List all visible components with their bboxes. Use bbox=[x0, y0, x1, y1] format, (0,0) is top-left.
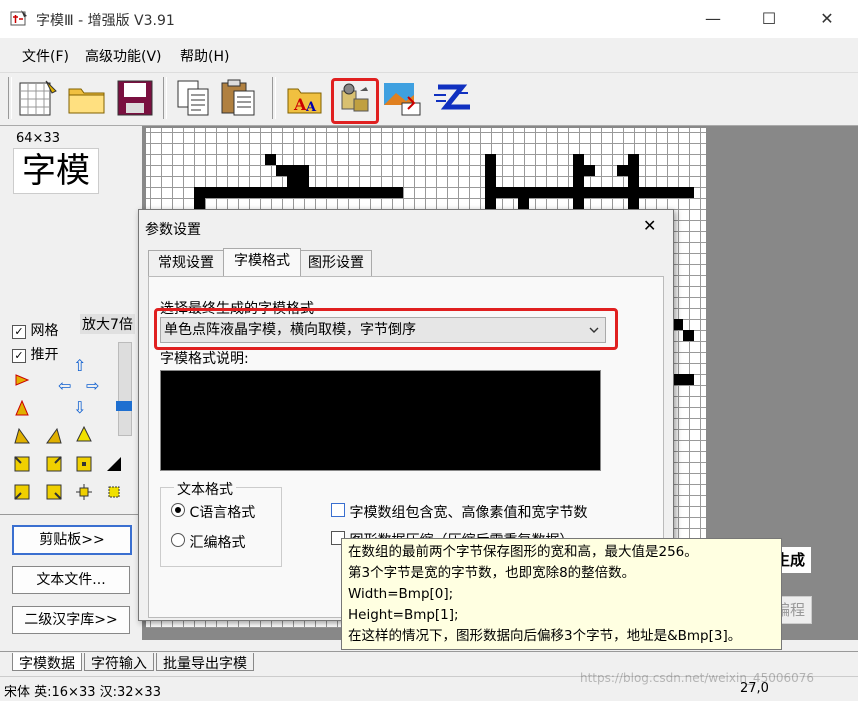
radio-c-format-label: C语言格式 bbox=[189, 505, 256, 521]
paste-icon[interactable] bbox=[218, 77, 260, 119]
shrink-icon[interactable] bbox=[106, 484, 122, 500]
rotate-icon[interactable] bbox=[14, 372, 30, 388]
push-checkbox-label: 推开 bbox=[30, 347, 59, 363]
dialog-close-button[interactable]: ✕ bbox=[643, 216, 656, 235]
tab-batch-export[interactable]: 批量导出字模 bbox=[156, 653, 254, 672]
zoom-slider-thumb[interactable] bbox=[116, 401, 132, 411]
svg-text:A: A bbox=[293, 95, 307, 114]
include-size-checkbox[interactable]: 字模数组包含宽、高像素值和宽字节数 bbox=[331, 502, 587, 522]
tooltip-line: Height=Bmp[1]; bbox=[348, 607, 459, 623]
toolbar-separator bbox=[272, 77, 276, 119]
italic-left-icon[interactable] bbox=[14, 428, 30, 444]
text-format-group-label: 文本格式 bbox=[174, 479, 236, 499]
panel-divider bbox=[0, 514, 140, 515]
include-size-checkbox-label: 字模数组包含宽、高像素值和宽字节数 bbox=[349, 505, 588, 521]
push-checkbox-box[interactable]: ✓ bbox=[12, 349, 26, 363]
tab-graphic-settings[interactable]: 图形设置 bbox=[300, 250, 372, 276]
size-label: 64×33 bbox=[16, 131, 60, 146]
tooltip-line: 在这样的情况下，图形数据向后偏移3个字节，地址是&Bmp[3]。 bbox=[348, 628, 742, 644]
tooltip-line: Width=Bmp[0]; bbox=[348, 586, 454, 602]
tab-general-settings[interactable]: 常规设置 bbox=[148, 250, 224, 276]
zoom-label: 放大7倍 bbox=[80, 314, 135, 334]
watermark: https://blog.csdn.net/weixin_45006076 bbox=[580, 671, 815, 685]
character-preview: 字模 bbox=[13, 148, 99, 194]
window-title: 字模Ⅲ - 增强版 V3.91 bbox=[36, 13, 175, 29]
invert-icon[interactable] bbox=[106, 456, 122, 472]
radio-asm-format-label: 汇编格式 bbox=[189, 535, 246, 551]
toolbar-separator bbox=[8, 77, 12, 119]
highlight-box bbox=[154, 308, 618, 350]
align-top-left-icon[interactable] bbox=[14, 456, 30, 472]
tab-font-data[interactable]: 字模数据 bbox=[12, 653, 82, 672]
menu-help[interactable]: 帮助(H) bbox=[180, 46, 229, 66]
menu-file[interactable]: 文件(F) bbox=[22, 46, 69, 66]
toolbar-separator bbox=[163, 77, 167, 119]
toolbar: A A bbox=[0, 73, 858, 126]
center-icon[interactable] bbox=[76, 456, 92, 472]
align-top-right-icon[interactable] bbox=[46, 456, 62, 472]
flip-icon[interactable] bbox=[14, 400, 30, 416]
parameter-settings-icon[interactable] bbox=[334, 77, 376, 119]
copy-icon[interactable] bbox=[172, 77, 214, 119]
tooltip-line: 在数组的最前两个字节保存图形的宽和高，最大值是256。 bbox=[348, 544, 698, 560]
include-size-checkbox-box[interactable] bbox=[331, 503, 345, 517]
zoom-slider[interactable] bbox=[116, 342, 132, 436]
tab-font-format[interactable]: 字模格式 bbox=[223, 248, 301, 277]
move-down-icon[interactable]: ⇩ bbox=[73, 398, 86, 417]
expand-icon[interactable] bbox=[76, 484, 92, 500]
save-disk-icon[interactable] bbox=[114, 77, 156, 119]
bold-icon[interactable] bbox=[76, 426, 92, 442]
maximize-button[interactable]: ☐ bbox=[746, 6, 792, 32]
radio-asm-format-button[interactable] bbox=[171, 533, 185, 547]
encode-icon[interactable] bbox=[430, 77, 472, 119]
grid-checkbox-box[interactable]: ✓ bbox=[12, 325, 26, 339]
minimize-button[interactable]: — bbox=[690, 6, 736, 32]
tooltip-line: 第3个字节是宽的字节数，也即宽除8的整倍数。 bbox=[348, 565, 636, 581]
status-bar: 宋体 英:16×33 汉:32×33 27,0 https://blog.csd… bbox=[0, 671, 858, 701]
move-left-icon[interactable]: ⇦ bbox=[58, 376, 71, 395]
tab-char-input[interactable]: 字符输入 bbox=[84, 653, 154, 672]
svg-text:A: A bbox=[305, 100, 317, 115]
title-bar: 字模Ⅲ - 增强版 V3.91 — ☐ ✕ bbox=[0, 0, 858, 38]
import-image-icon[interactable] bbox=[382, 77, 424, 119]
grid-checkbox[interactable]: ✓ 网格 bbox=[12, 320, 58, 340]
open-folder-icon[interactable] bbox=[66, 77, 108, 119]
menu-advanced[interactable]: 高级功能(V) bbox=[85, 46, 162, 66]
radio-c-format-button[interactable] bbox=[171, 503, 185, 517]
format-description-box bbox=[160, 370, 601, 471]
tooltip: 在数组的最前两个字节保存图形的宽和高，最大值是256。 第3个字节是宽的字节数，… bbox=[341, 538, 782, 650]
text-format-group bbox=[160, 487, 282, 567]
radio-asm-format[interactable]: 汇编格式 bbox=[171, 532, 245, 552]
new-image-icon[interactable] bbox=[16, 77, 58, 119]
bottom-tabs: 字模数据 字符输入 批量导出字模 bbox=[0, 651, 858, 672]
font-style-icon[interactable]: A A bbox=[284, 77, 326, 119]
italic-right-icon[interactable] bbox=[46, 428, 62, 444]
grid-checkbox-label: 网格 bbox=[30, 323, 59, 339]
format-description-label: 字模格式说明: bbox=[160, 351, 249, 367]
move-right-icon[interactable]: ⇨ bbox=[86, 376, 99, 395]
radio-c-format[interactable]: C语言格式 bbox=[171, 502, 255, 522]
app-icon bbox=[10, 10, 27, 26]
secondary-font-library-button[interactable]: 二级汉字库>> bbox=[12, 606, 130, 634]
push-checkbox[interactable]: ✓ 推开 bbox=[12, 344, 58, 364]
menu-bar: 文件(F) 高级功能(V) 帮助(H) bbox=[0, 38, 858, 73]
dialog-title: 参数设置 bbox=[145, 222, 201, 238]
align-bottom-left-icon[interactable] bbox=[14, 484, 30, 500]
text-file-button[interactable]: 文本文件... bbox=[12, 566, 130, 594]
status-font: 宋体 英:16×33 汉:32×33 bbox=[4, 685, 161, 700]
close-button[interactable]: ✕ bbox=[804, 6, 850, 32]
align-bottom-right-icon[interactable] bbox=[46, 484, 62, 500]
left-panel: 64×33 字模 ✓ 网格 ✓ 推开 放大7倍 ⇧ ⇦ ⇨ ⇩ 剪贴板>> 文本… bbox=[0, 126, 140, 650]
move-up-icon[interactable]: ⇧ bbox=[73, 356, 86, 375]
clipboard-button[interactable]: 剪贴板>> bbox=[12, 525, 132, 555]
